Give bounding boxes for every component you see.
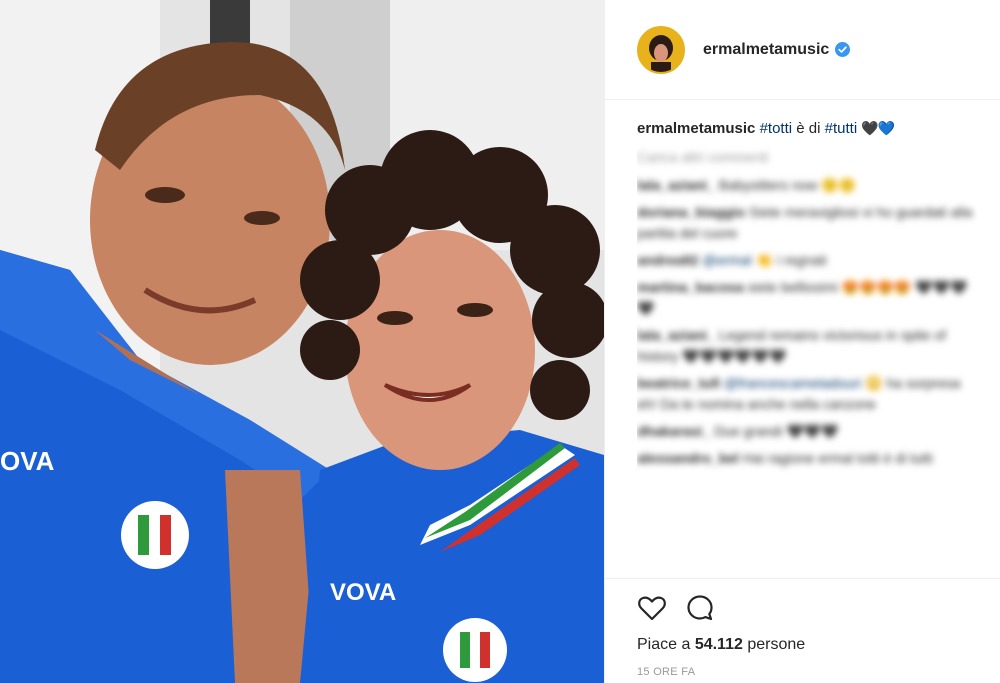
post-photo[interactable]: OVA VOVA bbox=[0, 0, 604, 683]
comment-username[interactable]: martina_bacosa bbox=[637, 279, 744, 295]
comment-mention[interactable]: @ermal bbox=[702, 252, 751, 268]
post-caption: ermalmetamusic #totti è di #tutti 🖤💙 bbox=[637, 118, 977, 139]
likes-count[interactable]: Piace a 54.112 persone bbox=[637, 636, 1000, 654]
comment-text: Due grandi 🖤🖤🖤 bbox=[714, 423, 839, 439]
comment-item: lala_aziani_ Legend remains victorious i… bbox=[637, 325, 977, 367]
comment-text: 👏 i regnati bbox=[751, 252, 827, 268]
verified-badge-icon bbox=[835, 42, 851, 57]
svg-text:VOVA: VOVA bbox=[330, 579, 396, 606]
comment-username[interactable]: doriana_biaggio bbox=[637, 204, 745, 220]
likes-suffix: persone bbox=[742, 636, 806, 653]
photo-illustration: OVA VOVA bbox=[0, 0, 604, 683]
comment-username[interactable]: lala_aziani_ bbox=[637, 327, 715, 343]
heart-icon[interactable] bbox=[637, 593, 667, 623]
avatar[interactable] bbox=[637, 25, 685, 74]
comment-item: lala_aziani_ Babysitters now 🙂🙂 bbox=[637, 175, 977, 196]
comment-item: andrea92 @ermal 👏 i regnati bbox=[637, 250, 977, 271]
comment-username[interactable]: andrea92 bbox=[637, 252, 698, 268]
svg-text:OVA: OVA bbox=[0, 446, 55, 476]
comment-item: alessandro_bel Hai ragione ermal totti è… bbox=[637, 448, 977, 469]
comment-icon[interactable] bbox=[685, 593, 715, 623]
comment-item: beatrice_tufi @francescametadouri 😳 ha s… bbox=[637, 373, 977, 415]
comment-username[interactable]: alessandro_bel bbox=[637, 450, 739, 466]
hashtag-link[interactable]: #tutti bbox=[825, 120, 858, 137]
post-actions: Piace a 54.112 persone 15 ORE FA bbox=[605, 578, 1000, 683]
post-side-panel: ermalmetamusic ermalmetamusic #totti è d… bbox=[604, 0, 1000, 683]
comment-username[interactable]: lala_aziani_ bbox=[637, 177, 715, 193]
hashtag-link[interactable]: #totti bbox=[760, 120, 793, 137]
post-timestamp[interactable]: 15 ORE FA bbox=[637, 666, 1000, 678]
heart-emoji: 🖤💙 bbox=[861, 120, 895, 136]
avatar-image bbox=[639, 27, 683, 72]
comment-text: Babysitters now 🙂🙂 bbox=[718, 177, 857, 193]
account-username[interactable]: ermalmetamusic bbox=[703, 41, 829, 59]
comment-item: martina_bacosa siete bellissimi 😍😍😍😍 🖤🖤🖤… bbox=[637, 277, 977, 319]
action-icons bbox=[637, 593, 1000, 623]
caption-text: è di bbox=[792, 120, 825, 137]
caption-username[interactable]: ermalmetamusic bbox=[637, 120, 755, 137]
comment-text: Hai ragione ermal totti è di tutti bbox=[742, 450, 933, 466]
comments-section: ermalmetamusic #totti è di #tutti 🖤💙 Car… bbox=[637, 100, 977, 578]
likes-number: 54.112 bbox=[694, 636, 743, 653]
comment-username[interactable]: beatrice_tufi bbox=[637, 375, 720, 391]
likes-prefix: Piace a bbox=[637, 636, 695, 653]
comment-item: doriana_biaggio Siete meravigliosi vi ho… bbox=[637, 202, 977, 244]
blurred-comments: Carica altri commenti lala_aziani_ Babys… bbox=[637, 149, 977, 469]
comment-item: dhakarasi_ Due grandi 🖤🖤🖤 bbox=[637, 421, 977, 442]
comment-mention[interactable]: @francescametadouri bbox=[724, 375, 861, 391]
load-more-comments-button[interactable]: Carica altri commenti bbox=[637, 149, 977, 165]
post-header: ermalmetamusic bbox=[605, 0, 1000, 100]
comment-username[interactable]: dhakarasi_ bbox=[637, 423, 710, 439]
